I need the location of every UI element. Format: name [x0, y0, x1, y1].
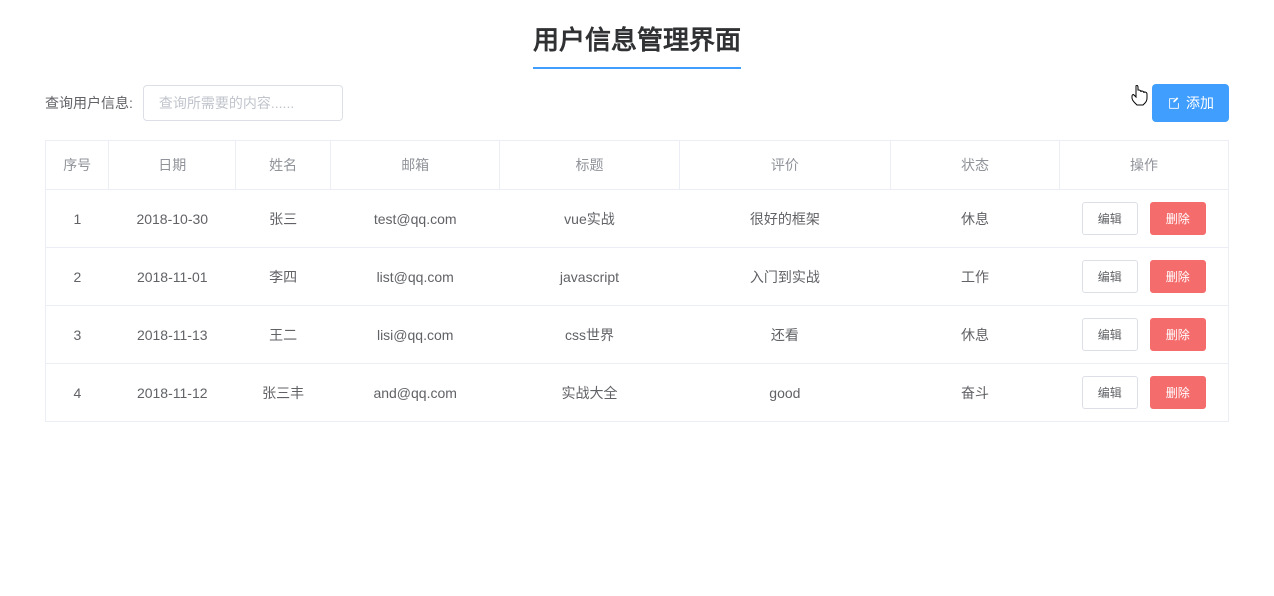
cell-index: 1	[46, 190, 109, 248]
cell-review: good	[679, 364, 890, 422]
table-row: 4 2018-11-12 张三丰 and@qq.com 实战大全 good 奋斗…	[46, 364, 1229, 422]
th-index: 序号	[46, 141, 109, 190]
cell-action: 编辑 删除	[1060, 190, 1229, 248]
edit-button[interactable]: 编辑	[1082, 318, 1138, 351]
delete-button[interactable]: 删除	[1150, 376, 1206, 409]
cell-date: 2018-11-13	[109, 306, 236, 364]
th-name: 姓名	[236, 141, 331, 190]
edit-button[interactable]: 编辑	[1082, 202, 1138, 235]
cell-title: 实战大全	[500, 364, 680, 422]
edit-icon	[1167, 96, 1181, 110]
delete-button[interactable]: 删除	[1150, 318, 1206, 351]
th-action: 操作	[1060, 141, 1229, 190]
add-button-label: 添加	[1186, 93, 1214, 113]
search-input[interactable]	[143, 85, 343, 121]
cell-review: 入门到实战	[679, 248, 890, 306]
cell-title: css世界	[500, 306, 680, 364]
table-row: 3 2018-11-13 王二 lisi@qq.com css世界 还看 休息 …	[46, 306, 1229, 364]
cell-index: 3	[46, 306, 109, 364]
cell-name: 张三丰	[236, 364, 331, 422]
cell-date: 2018-11-01	[109, 248, 236, 306]
cell-email: list@qq.com	[331, 248, 500, 306]
cell-status: 奋斗	[891, 364, 1060, 422]
cell-name: 李四	[236, 248, 331, 306]
cell-date: 2018-11-12	[109, 364, 236, 422]
cell-review: 很好的框架	[679, 190, 890, 248]
table-row: 2 2018-11-01 李四 list@qq.com javascript 入…	[46, 248, 1229, 306]
th-review: 评价	[679, 141, 890, 190]
cell-email: test@qq.com	[331, 190, 500, 248]
cell-title: vue实战	[500, 190, 680, 248]
table-row: 1 2018-10-30 张三 test@qq.com vue实战 很好的框架 …	[46, 190, 1229, 248]
cell-status: 休息	[891, 306, 1060, 364]
cell-date: 2018-10-30	[109, 190, 236, 248]
cell-name: 张三	[236, 190, 331, 248]
cell-title: javascript	[500, 248, 680, 306]
cell-action: 编辑 删除	[1060, 248, 1229, 306]
cell-review: 还看	[679, 306, 890, 364]
cell-action: 编辑 删除	[1060, 364, 1229, 422]
cell-email: lisi@qq.com	[331, 306, 500, 364]
th-status: 状态	[891, 141, 1060, 190]
cell-action: 编辑 删除	[1060, 306, 1229, 364]
toolbar: 查询用户信息: 添加	[45, 84, 1229, 122]
delete-button[interactable]: 删除	[1150, 202, 1206, 235]
edit-button[interactable]: 编辑	[1082, 376, 1138, 409]
add-button[interactable]: 添加	[1152, 84, 1229, 122]
cell-status: 休息	[891, 190, 1060, 248]
edit-button[interactable]: 编辑	[1082, 260, 1138, 293]
cell-index: 4	[46, 364, 109, 422]
th-title: 标题	[500, 141, 680, 190]
search-label: 查询用户信息:	[45, 93, 133, 113]
cell-email: and@qq.com	[331, 364, 500, 422]
page-title: 用户信息管理界面	[533, 15, 741, 69]
th-email: 邮箱	[331, 141, 500, 190]
cell-index: 2	[46, 248, 109, 306]
user-table: 序号 日期 姓名 邮箱 标题 评价 状态 操作 1 2018-10-30 张三 …	[45, 140, 1229, 422]
th-date: 日期	[109, 141, 236, 190]
cell-name: 王二	[236, 306, 331, 364]
cell-status: 工作	[891, 248, 1060, 306]
delete-button[interactable]: 删除	[1150, 260, 1206, 293]
